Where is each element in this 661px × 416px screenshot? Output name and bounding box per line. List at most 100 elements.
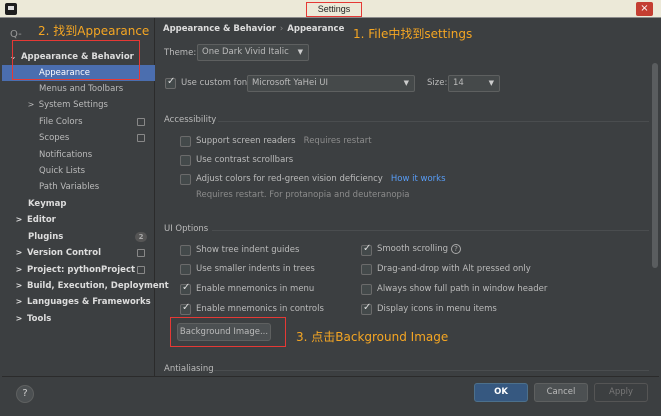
project-scope-icon [137,134,145,142]
title-bar: Settings × [0,0,661,18]
annotation-step3: 3. 点击Background Image [296,330,449,344]
sidebar-item-languages[interactable]: > Languages & Frameworks [2,294,155,310]
chevron-right-icon: > [15,314,23,323]
sidebar-item-label: Tools [26,314,52,324]
display-icons-checkbox[interactable] [361,302,372,315]
breadcrumb-root: Appearance & Behavior [163,24,276,34]
annotation-step2: 2. 找到Appearance [38,24,150,38]
chevron-down-icon: ▼ [297,48,303,56]
sidebar-item-label: System Settings [38,100,108,110]
mnemonics-controls-label: Enable mnemonics in controls [196,304,324,314]
accessibility-heading: Accessibility [164,115,217,125]
contrast-scrollbars-label: Use contrast scrollbars [196,155,294,165]
font-size-select[interactable]: 14 ▼ [448,75,500,92]
project-scope-icon [137,266,145,274]
annotation-box-background-image [170,317,286,347]
smooth-scrolling-text: Smooth scrolling [377,244,448,254]
sidebar-item-version-control[interactable]: > Version Control [2,245,155,261]
sidebar-item-menus-toolbars[interactable]: Menus and Toolbars [2,81,155,97]
sidebar-item-label: Quick Lists [39,166,86,176]
sidebar-item-label: Build, Execution, Deployment [26,281,169,291]
theme-select[interactable]: One Dark Vivid Italic ▼ [197,44,309,61]
sidebar-item-quick-lists[interactable]: Quick Lists [2,163,155,179]
app-icon [5,3,17,15]
cancel-button[interactable]: Cancel [534,383,588,402]
help-icon[interactable]: ? [450,244,461,254]
screen-readers-checkbox[interactable] [180,136,191,147]
smooth-scrolling-checkbox[interactable] [361,243,372,256]
section-divider [212,230,649,231]
plugins-badge: 2 [135,232,147,242]
sidebar-item-label: Path Variables [39,182,100,192]
size-label: Size: [427,78,448,88]
sidebar-item-label: Languages & Frameworks [26,297,151,307]
chevron-down-icon: ▼ [403,79,409,87]
sidebar-item-label: Plugins [28,232,64,242]
help-icon[interactable]: ? [16,385,34,403]
font-value: Microsoft YaHei UI [252,78,329,88]
ok-button[interactable]: OK [474,383,528,402]
adjust-colors-checkbox[interactable] [180,174,191,185]
sidebar-item-label: Scopes [39,133,70,143]
drag-drop-checkbox[interactable] [361,264,372,275]
sidebar-item-label: Editor [26,215,56,225]
section-divider [214,370,649,371]
requires-restart-hint: Requires restart [303,136,372,146]
tree-indent-checkbox[interactable] [180,245,191,256]
sidebar-item-system-settings[interactable]: > System Settings [2,97,155,113]
sidebar-item-notifications[interactable]: Notifications [2,147,155,163]
close-icon[interactable]: × [636,2,653,16]
breadcrumb-leaf: Appearance [287,24,345,34]
adjust-colors-text: Adjust colors for red-green vision defic… [196,174,383,184]
mnemonics-menu-checkbox[interactable] [180,282,191,295]
mnemonics-controls-checkbox[interactable] [180,302,191,315]
project-scope-icon [137,118,145,126]
chevron-down-icon: ▼ [488,79,494,87]
contrast-scrollbars-checkbox[interactable] [180,155,191,166]
breadcrumb-separator: › [279,24,284,34]
sidebar-item-project[interactable]: > Project: pythonProject [2,262,155,278]
adjust-colors-label: Adjust colors for red-green vision defic… [196,174,446,184]
sidebar-item-label: Menus and Toolbars [39,84,124,94]
chevron-right-icon: > [27,100,35,109]
drag-drop-label: Drag-and-drop with Alt pressed only [377,264,531,274]
sidebar-item-plugins[interactable]: Plugins 2 [2,229,155,245]
display-icons-label: Display icons in menu items [377,304,497,314]
sidebar-item-file-colors[interactable]: File Colors [2,114,155,130]
breadcrumb: Appearance & Behavior › Appearance [163,24,344,34]
adjust-colors-hint: Requires restart. For protanopia and deu… [196,190,410,200]
sidebar-item-label: Project: pythonProject [26,265,136,275]
tree-indent-label: Show tree indent guides [196,245,300,255]
annotation-step1: 1. File中找到settings [353,27,473,41]
custom-font-checkbox[interactable] [165,76,176,89]
sidebar-item-label: Version Control [26,248,101,258]
custom-font-label: Use custom font: [181,78,254,88]
sidebar-item-label: Keymap [28,199,67,209]
sidebar-item-editor[interactable]: > Editor [2,212,155,228]
sidebar-item-tools[interactable]: > Tools [2,311,155,327]
full-path-checkbox[interactable] [361,284,372,295]
sidebar-item-scopes[interactable]: Scopes [2,130,155,146]
screen-readers-label: Support screen readers Requires restart [196,136,372,146]
theme-label: Theme: [164,48,197,58]
chevron-right-icon: > [15,248,23,257]
smaller-indents-checkbox[interactable] [180,264,191,275]
project-scope-icon [137,249,145,257]
smaller-indents-label: Use smaller indents in trees [196,264,315,274]
full-path-label: Always show full path in window header [377,284,548,294]
scrollbar[interactable] [652,63,658,268]
dialog-footer: ? OK Cancel Apply [2,376,659,414]
font-select[interactable]: Microsoft YaHei UI ▼ [247,75,415,92]
screen-readers-text: Support screen readers [196,136,296,146]
apply-button[interactable]: Apply [594,383,648,402]
section-divider [218,121,649,122]
sidebar-item-path-variables[interactable]: Path Variables [2,179,155,195]
sidebar-item-keymap[interactable]: Keymap [2,196,155,212]
sidebar-item-label: File Colors [39,117,83,127]
sidebar-item-label: Notifications [39,150,93,160]
sidebar-item-build[interactable]: > Build, Execution, Deployment [2,278,169,294]
annotation-box-appearance [12,40,140,80]
smooth-scrolling-label: Smooth scrolling? [377,244,461,254]
chevron-right-icon: > [15,215,23,224]
how-it-works-link[interactable]: How it works [391,174,446,184]
